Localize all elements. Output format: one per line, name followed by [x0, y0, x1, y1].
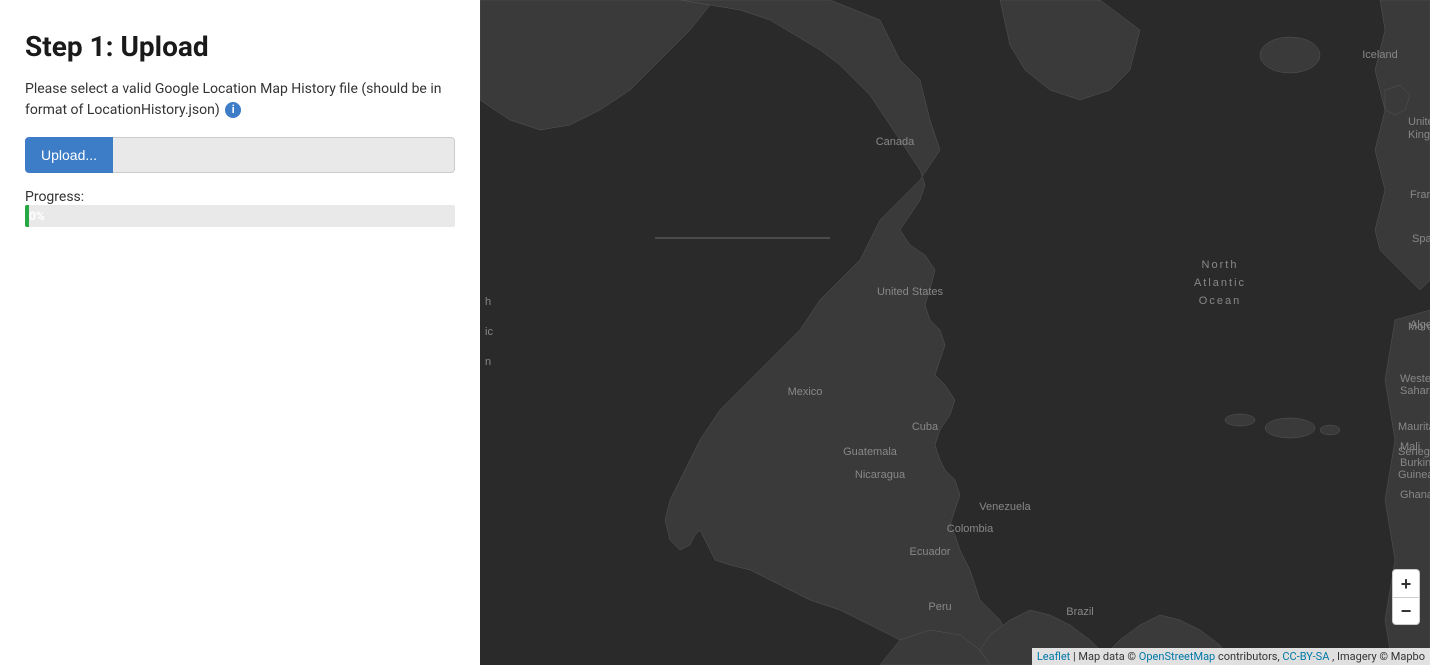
left-panel: Step 1: Upload Please select a valid Goo…	[0, 0, 480, 665]
zoom-out-button[interactable]: −	[1392, 597, 1420, 625]
upload-button[interactable]: Upload...	[25, 137, 113, 173]
file-name-display	[113, 137, 455, 173]
map-attribution: Leaflet | Map data © OpenStreetMap contr…	[1032, 648, 1430, 665]
progress-text: 0%	[29, 209, 45, 223]
upload-row: Upload...	[25, 137, 455, 173]
page-title: Step 1: Upload	[25, 30, 455, 63]
progress-bar-container: 0%	[25, 205, 455, 227]
osm-link[interactable]: OpenStreetMap	[1139, 650, 1215, 663]
map-zoom-controls: + −	[1392, 569, 1420, 625]
progress-section: Progress: 0%	[25, 185, 455, 227]
leaflet-link[interactable]: Leaflet	[1037, 650, 1070, 663]
map-svg: Canada United States Mexico Cuba Guatema…	[480, 0, 1430, 665]
zoom-in-button[interactable]: +	[1392, 569, 1420, 597]
map-panel[interactable]: Canada United States Mexico Cuba Guatema…	[480, 0, 1430, 665]
info-icon[interactable]: i	[225, 102, 241, 118]
progress-label: Progress:	[25, 189, 455, 205]
step-description: Please select a valid Google Location Ma…	[25, 79, 455, 121]
cc-link[interactable]: CC-BY-SA	[1282, 650, 1329, 663]
